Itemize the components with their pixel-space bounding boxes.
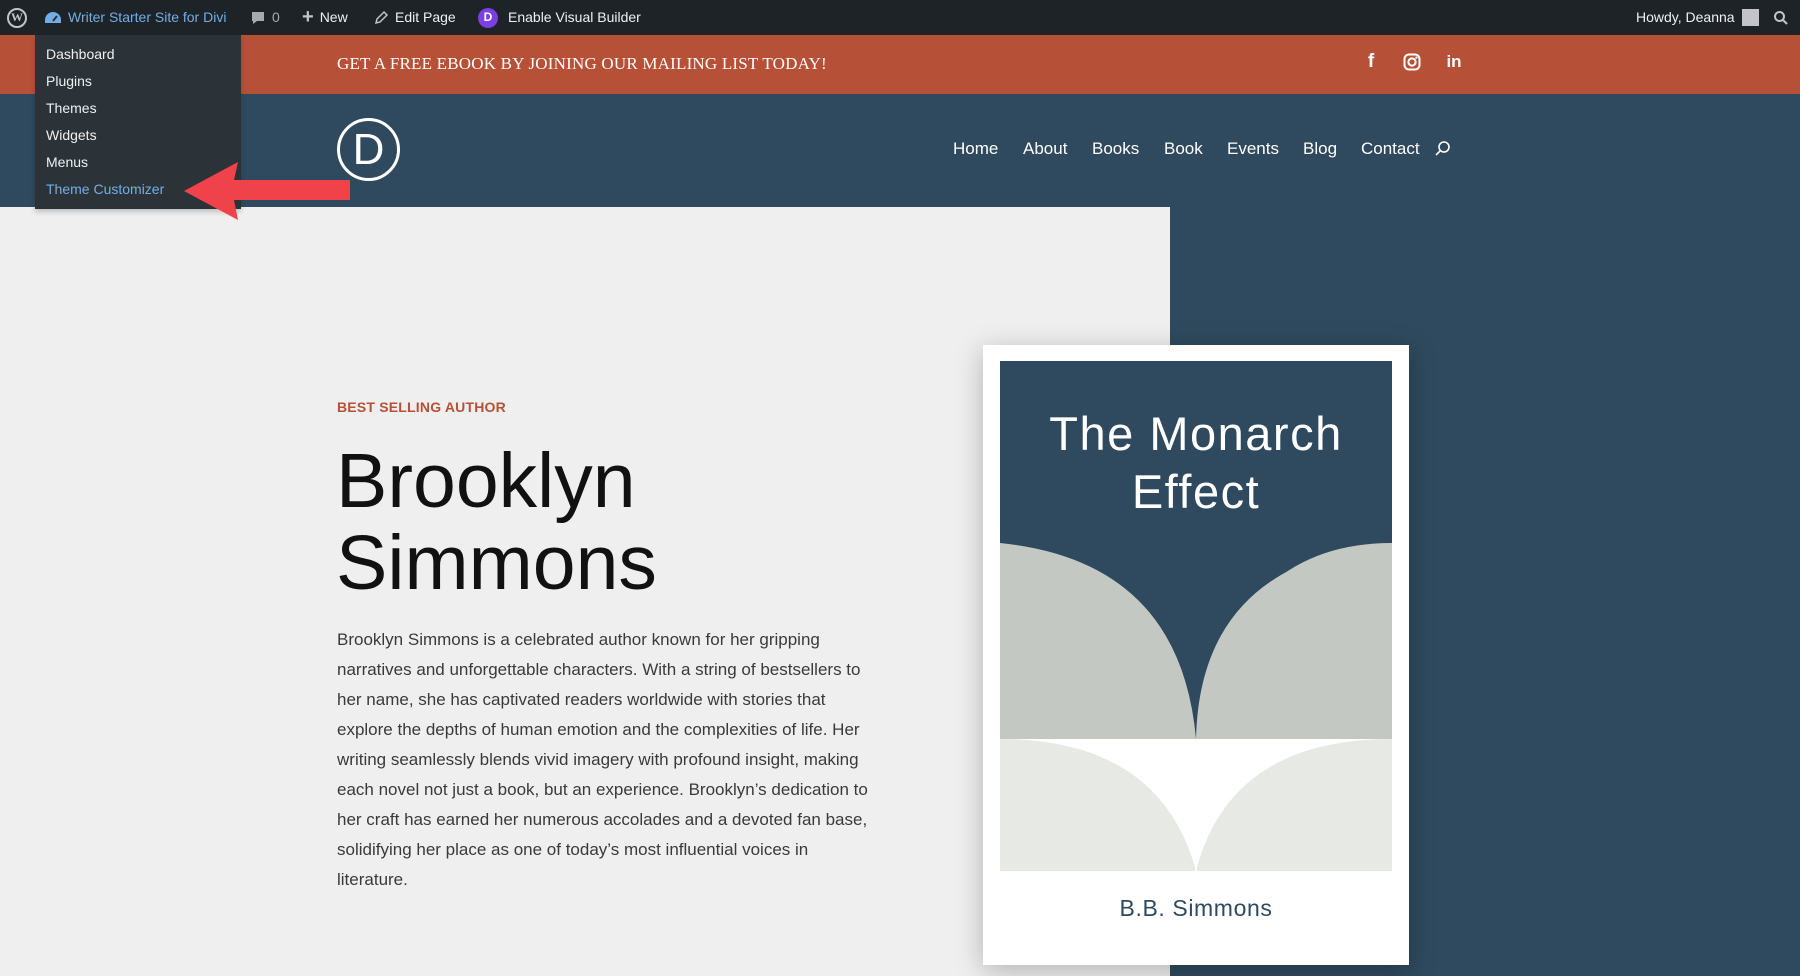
- annotation-arrow: [184, 162, 350, 220]
- book-author: B.B. Simmons: [1119, 895, 1273, 921]
- nav-contact[interactable]: Contact: [1361, 139, 1420, 159]
- plus-icon: +: [302, 6, 314, 28]
- avatar: [1741, 9, 1759, 26]
- new-label: New: [319, 9, 348, 25]
- comment-icon: [252, 11, 264, 24]
- menu-item-plugins[interactable]: Plugins: [46, 69, 92, 93]
- edit-page-label: Edit Page: [395, 9, 456, 25]
- edit-page-link[interactable]: Edit Page: [373, 0, 456, 35]
- book-title-line-1: The Monarch: [1049, 407, 1343, 460]
- user-account-link[interactable]: Howdy, Deanna: [1636, 0, 1759, 35]
- instagram-icon[interactable]: [1400, 50, 1424, 74]
- wordpress-icon: W: [7, 7, 27, 28]
- header-search-button[interactable]: [1434, 140, 1452, 163]
- greeting-label: Howdy, Deanna: [1636, 9, 1735, 25]
- dashboard-icon: [45, 11, 61, 23]
- enable-visual-builder-link[interactable]: D Enable Visual Builder: [478, 0, 641, 35]
- book-cover: The Monarch Effect: [1000, 361, 1392, 871]
- visual-builder-label: Enable Visual Builder: [508, 9, 641, 25]
- comments-link[interactable]: 0: [250, 0, 280, 35]
- comments-count: 0: [272, 9, 280, 25]
- menu-item-widgets[interactable]: Widgets: [46, 123, 97, 147]
- new-content-link[interactable]: + New: [302, 0, 348, 35]
- book-card: The Monarch Effect B.B. Simmons: [983, 345, 1409, 965]
- menu-item-menus[interactable]: Menus: [46, 150, 88, 174]
- instagram-glyph: [1403, 53, 1421, 71]
- book-title-line-2: Effect: [1131, 465, 1261, 518]
- facebook-icon[interactable]: f: [1359, 50, 1383, 74]
- admin-search-button[interactable]: [1773, 0, 1789, 35]
- nav-about[interactable]: About: [1023, 139, 1067, 159]
- hero-title-line-1: Brooklyn: [336, 438, 636, 524]
- hero-eyebrow: BEST SELLING AUTHOR: [337, 399, 506, 415]
- promo-bar: GET A FREE EBOOK BY JOINING OUR MAILING …: [0, 35, 1800, 94]
- hero-title: Brooklyn Simmons: [336, 440, 896, 604]
- search-icon: [1435, 141, 1450, 156]
- menu-item-themes[interactable]: Themes: [46, 96, 97, 120]
- nav-home[interactable]: Home: [953, 139, 998, 159]
- site-name-link[interactable]: Writer Starter Site for Divi: [44, 0, 226, 35]
- admin-bar: W Writer Starter Site for Divi 0 + New E…: [0, 0, 1800, 35]
- author-bio: Brooklyn Simmons is a celebrated author …: [337, 630, 868, 889]
- divi-icon: D: [478, 7, 498, 28]
- nav-events[interactable]: Events: [1227, 139, 1279, 159]
- promo-text[interactable]: GET A FREE EBOOK BY JOINING OUR MAILING …: [337, 54, 827, 74]
- menu-item-theme-customizer[interactable]: Theme Customizer: [46, 177, 164, 201]
- nav-books[interactable]: Books: [1092, 139, 1139, 159]
- site-name-label: Writer Starter Site for Divi: [68, 9, 227, 25]
- hero-title-line-2: Simmons: [336, 520, 657, 606]
- nav-blog[interactable]: Blog: [1303, 139, 1337, 159]
- wordpress-logo-button[interactable]: W: [7, 0, 27, 35]
- linkedin-icon[interactable]: in: [1442, 50, 1466, 74]
- book-title: The Monarch Effect: [1000, 405, 1392, 521]
- search-icon: [1774, 10, 1788, 25]
- nav-book[interactable]: Book: [1164, 139, 1203, 159]
- menu-item-dashboard[interactable]: Dashboard: [46, 42, 115, 66]
- pencil-icon: [374, 10, 389, 24]
